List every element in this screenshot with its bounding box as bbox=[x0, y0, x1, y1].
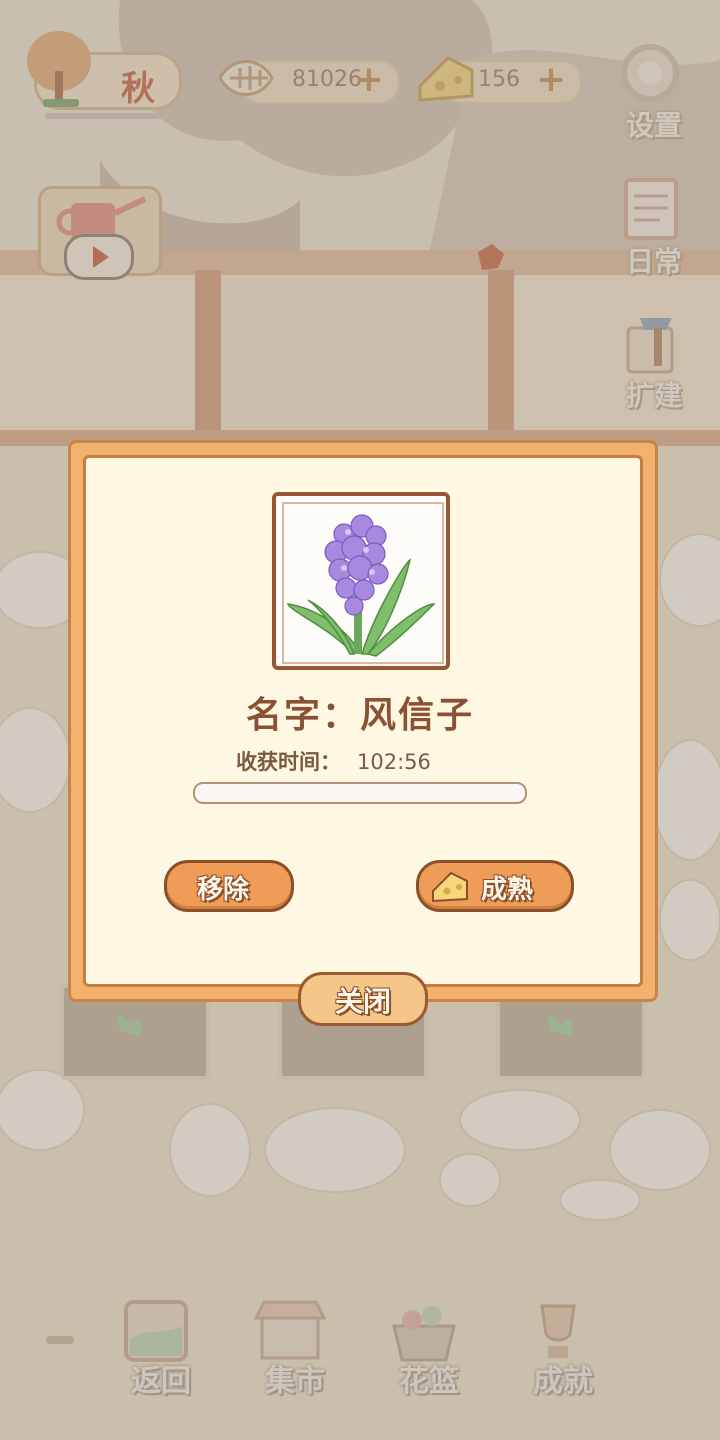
mature-button-label: 成熟 bbox=[481, 875, 534, 905]
mature-button[interactable]: 成熟 bbox=[416, 860, 574, 912]
harvest-time-value: 102:56 bbox=[357, 750, 431, 774]
harvest-time-label: 收获时间： bbox=[236, 750, 341, 774]
remove-button[interactable]: 移除 bbox=[164, 860, 294, 912]
plant-image-frame bbox=[272, 492, 450, 670]
close-button-label: 关闭 bbox=[334, 985, 391, 1018]
cheese-icon bbox=[432, 871, 468, 903]
plant-image bbox=[282, 502, 444, 664]
hyacinth-flower-icon bbox=[286, 514, 436, 657]
close-button[interactable]: 关闭 bbox=[298, 972, 428, 1026]
plant-name-title: 名字：风信子 bbox=[245, 695, 474, 736]
growth-progress-bar bbox=[193, 782, 527, 804]
remove-button-label: 移除 bbox=[197, 875, 250, 905]
harvest-time-row: 收获时间： 102:56 bbox=[236, 746, 431, 776]
